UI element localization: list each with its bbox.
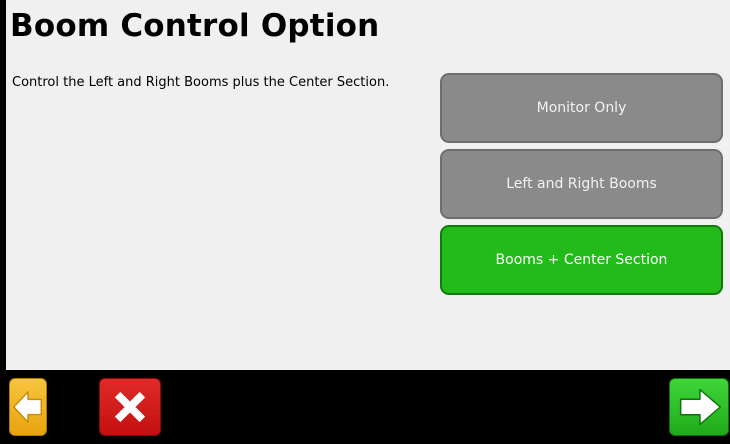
option-label: Left and Right Booms (506, 176, 657, 192)
cancel-button[interactable] (99, 378, 161, 436)
option-label: Monitor Only (536, 100, 627, 116)
boom-control-option-screen: Boom Control Option Control the Left and… (0, 0, 730, 444)
option-list: Monitor Only Left and Right Booms Booms … (440, 73, 723, 301)
arrow-left-icon (13, 391, 42, 423)
bottom-toolbar (0, 370, 730, 444)
content-panel: Boom Control Option Control the Left and… (6, 0, 730, 370)
option-label: Booms + Center Section (495, 252, 668, 268)
page-title: Boom Control Option (10, 8, 380, 44)
option-monitor-only-button[interactable]: Monitor Only (440, 73, 723, 143)
next-button[interactable] (669, 378, 729, 436)
option-left-right-booms-button[interactable]: Left and Right Booms (440, 149, 723, 219)
back-button[interactable] (9, 378, 47, 436)
option-description: Control the Left and Right Booms plus th… (12, 75, 390, 90)
arrow-right-icon (679, 388, 721, 426)
option-booms-center-section-button[interactable]: Booms + Center Section (440, 225, 723, 295)
close-icon (114, 391, 146, 423)
